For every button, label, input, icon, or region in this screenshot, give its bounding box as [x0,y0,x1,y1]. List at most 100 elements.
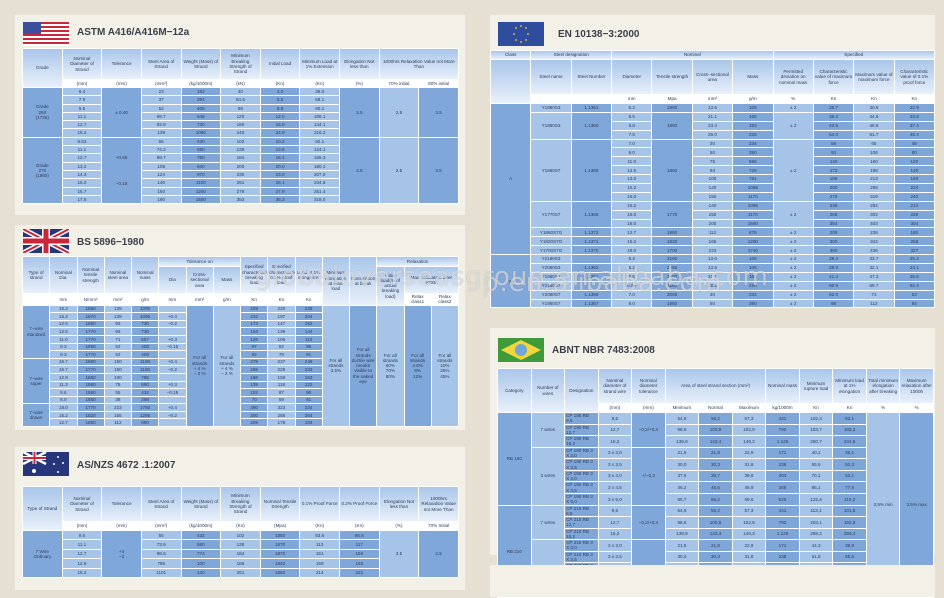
table-cell: 9.3 [50,351,77,358]
table-cell: 35.3 [260,195,300,204]
column-header: N/mm² [77,294,104,305]
table-cell: 61,8 [799,551,833,563]
table-cell: 22,9 [732,540,766,551]
table-cell: 182 [181,88,221,96]
table-cell: 163 [295,373,322,381]
table-cell: 140 [141,179,181,187]
table-cell: 84 [894,299,934,308]
table-cell: 3 x 3,0 [598,540,632,551]
table-cell: 173 [241,320,268,328]
table-cell: 98.6 [141,549,181,559]
table-cell: 730 [132,328,159,335]
table-cell: Y1960S3 [531,104,571,112]
table-cell: 46,6 [699,482,732,493]
table-cell: 774 [181,549,221,559]
column-header: 1000hrs Relaxation Value not More Than [379,49,458,79]
table-cell: 62.0 [813,290,854,299]
table-cell: 781 [733,175,773,184]
table-cell: 238 [766,551,799,563]
table-cell: 2.5 [379,88,419,137]
header-row: Category Number of wires Designation Nomina… [498,369,933,412]
table-cell: 15.2 [50,411,77,419]
table-cell: 182,8 [833,517,866,528]
table-cell: 785 [132,373,159,381]
table-cell: 9.0 [612,148,652,157]
column-header: Nominal Tensile Strength [260,487,300,521]
column-header: Mass [213,267,240,293]
table-cell: 50 [692,148,733,157]
table-cell: 120 [894,157,934,166]
table-cell: 730 [132,320,159,328]
table-cell [159,396,186,404]
table-cell: 35.6 [894,272,934,281]
header-row: Type of Strand Nominal Diameter of Strand… [23,487,458,530]
table-cell: 102 [221,531,260,540]
table-cell: 342 [854,237,894,246]
table-cell: 792 [766,517,799,528]
table-cell: 390 [733,299,773,308]
table-cell: 1850 [260,531,300,540]
table-cell: +/−0,3 [632,447,665,505]
table-cell: 970 [181,170,221,179]
table-cell: For all strands ductile wire breaks visi… [350,305,377,427]
table-cell: 1820 [77,411,104,419]
table-row: Y1860S7 1.1366 7.0 1860 30 234 ± 2 56 65 48 [491,139,934,201]
column-header [531,95,571,103]
column-header: Diameter [612,60,652,94]
table-cell: 108.1 [300,112,339,121]
table-cell: ± 2 [773,272,813,281]
table-cell: 21,5 [665,447,699,459]
table-cell: 7−wire standard [23,305,50,358]
column-header: Area of steel strand section (mm²) [665,369,766,403]
table-cell: 12.5 [50,320,77,328]
table-cell: 112 [854,299,894,308]
table-cell: 1170 [733,210,773,219]
table-cell: 190 [141,195,181,204]
column-header: Kn [833,404,866,412]
table-cell: 7.0 [612,290,652,299]
table-cell: 106 [733,104,773,112]
table-cell: 65,7 [665,493,699,505]
table-cell: 144.1 [300,121,339,129]
table-cell: 3.5 [419,137,458,204]
table-cell: 59 [268,396,295,404]
table-cell: 92 [241,351,268,358]
table-cell: 30.5 [854,104,894,112]
table-cell: 380 [241,404,268,411]
table-cell: 23.4 [692,121,733,130]
table-cell: −0.2 [159,366,186,373]
table-cell: 234,6 [833,436,866,447]
table-cell: 216.2 [300,129,339,137]
table-cell: 61 [295,396,322,404]
column-header: Kn [295,294,322,305]
table-cell: 113 [300,540,339,549]
column-header [571,95,612,103]
table-cell: 100 [692,175,733,184]
table-cell: 1500 [181,195,221,204]
table-cell: 118 [268,381,295,389]
column-header: 70% Initial [419,522,458,530]
table-cell: 9.5 [62,531,102,540]
table-cell: 164 [241,328,268,335]
table-cell: 21.1 [692,272,733,281]
column-header: (Kn) [260,80,300,87]
table-cell: 1170 [733,192,773,201]
table-cell: 298 [854,184,894,192]
column-header: Minimum load at 1% elongation [833,369,866,403]
table-cell: 171 [766,447,799,459]
table-cell: 93 [813,148,854,157]
table-cell: Y1860S7 [531,139,571,201]
table-cell: 101,8 [833,505,866,517]
table-cell: 260,7 [799,436,833,447]
column-header: kg/1000m [766,404,799,412]
column-header: Designation [565,369,598,412]
table-cell [159,373,186,381]
table-cell: 5.2 [612,255,652,264]
table-cell: 50,3 [833,459,866,470]
column-header: 1000hrs Relaxation Value not More Than [419,487,458,521]
table-cell: 120 [221,112,260,121]
column-header: Class [491,51,531,59]
table-cell: 6.5 [612,272,652,281]
table-cell: 6.8 [612,121,652,130]
table-cell: 49.8 [854,121,894,130]
